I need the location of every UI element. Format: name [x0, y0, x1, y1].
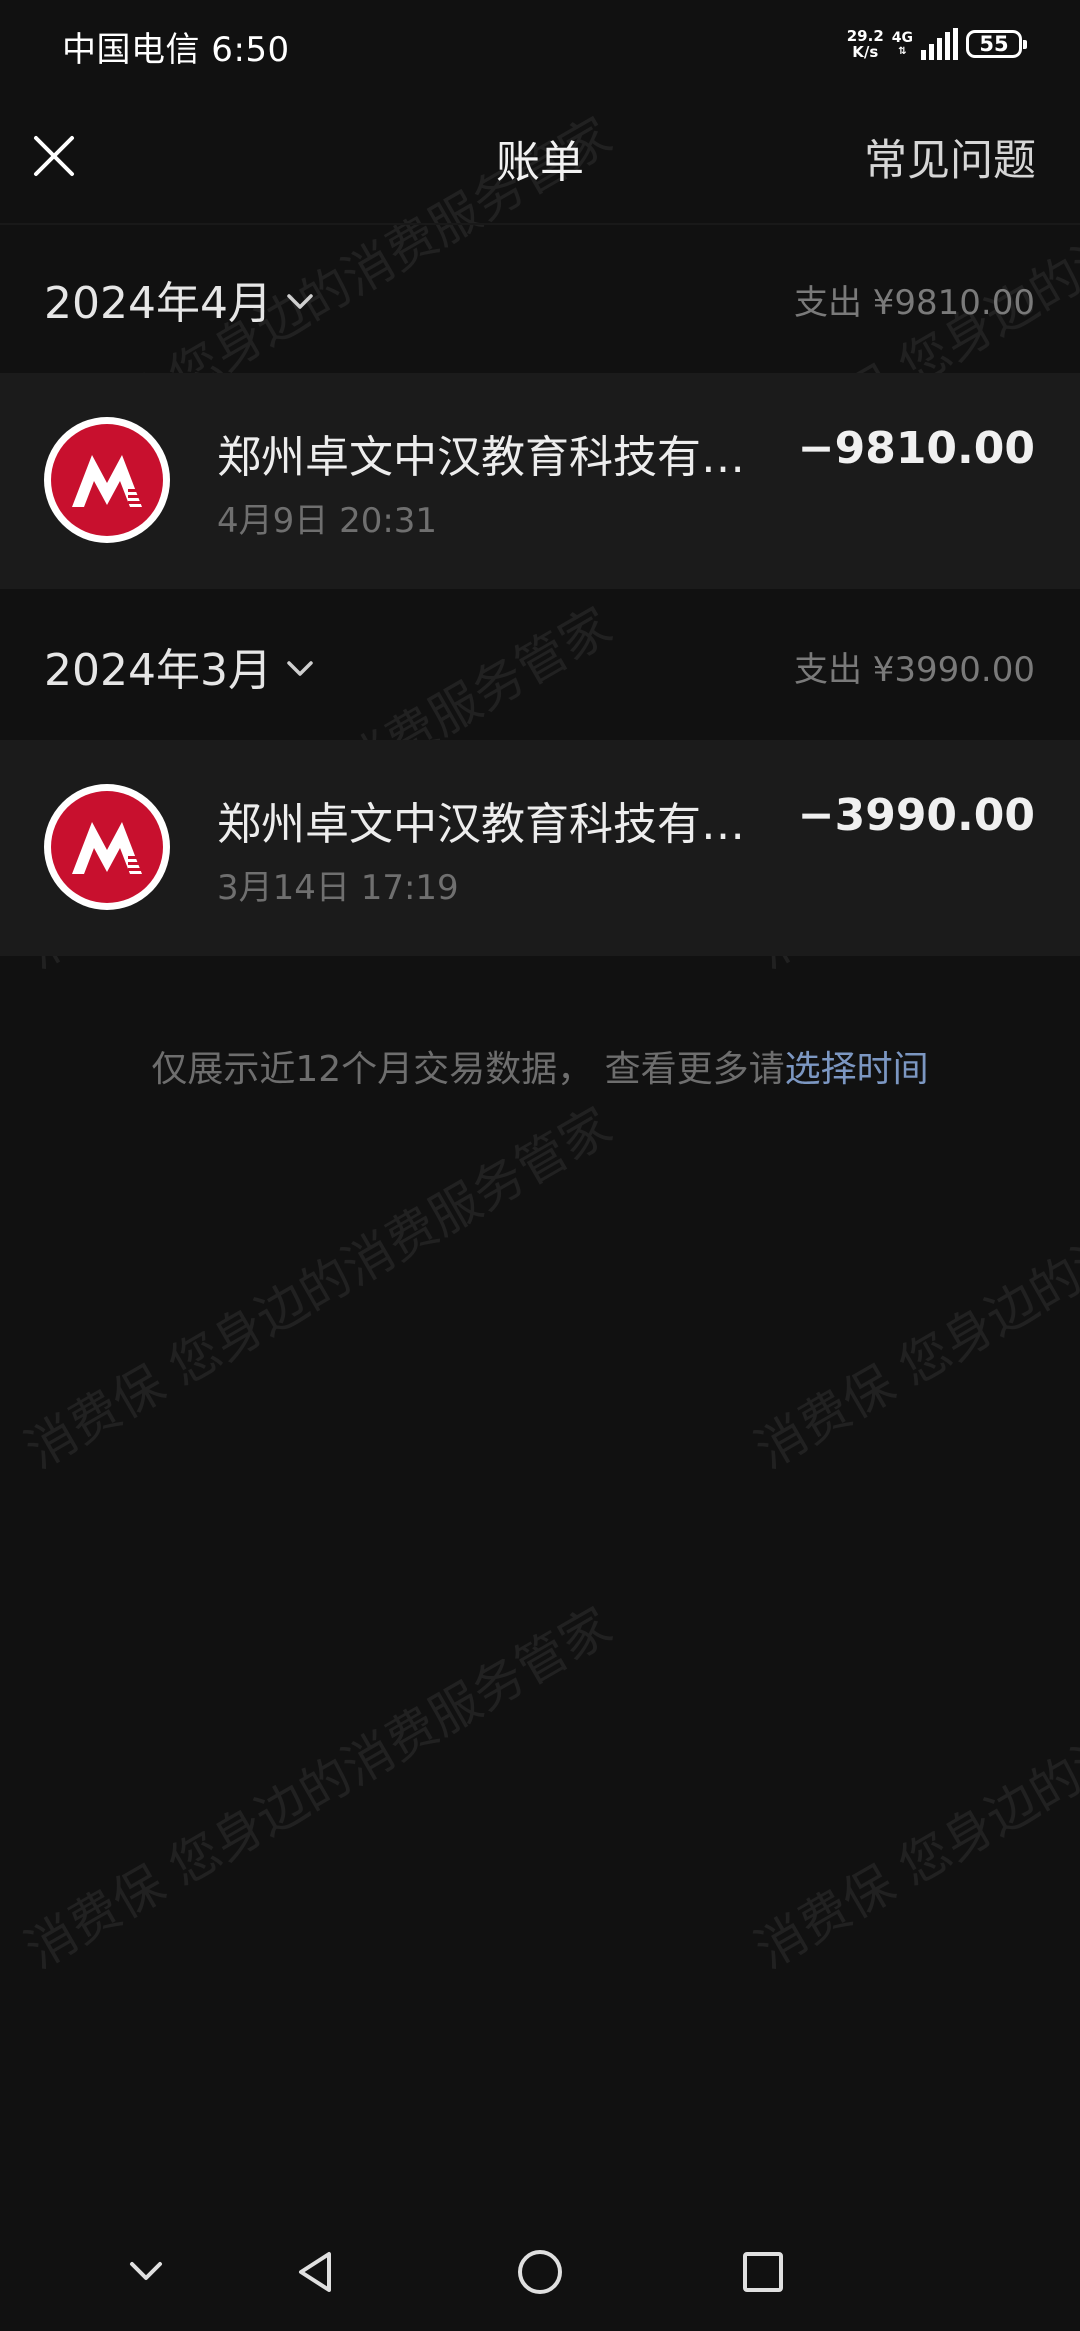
transaction-amount: −3990.00	[797, 790, 1035, 841]
network-speed: 29.2 K/s	[847, 28, 884, 60]
month-selector[interactable]: 2024年3月	[44, 634, 314, 698]
chevron-down-icon	[287, 294, 313, 309]
nav-collapse-chevron-icon[interactable]	[116, 2242, 176, 2302]
system-nav-bar	[0, 2112, 1080, 2331]
month-selector[interactable]: 2024年4月	[44, 267, 314, 331]
history-note: 仅展示近12个月交易数据， 查看更多请选择时间	[0, 1040, 1080, 1092]
month-total: 支出 ¥9810.00	[793, 283, 1035, 323]
transaction-time: 4月9日 20:31	[217, 501, 438, 541]
watermark: 消费保 您身边的消费服务管家	[15, 1096, 622, 1480]
merchant-name: 郑州卓文中汉教育科技有…	[217, 799, 745, 850]
data-arrows-icon: ⇅	[898, 46, 907, 57]
merchant-name: 郑州卓文中汉教育科技有…	[217, 432, 745, 483]
history-note-text: 仅展示近12个月交易数据， 查看更多请	[151, 1049, 785, 1090]
carrier-time: 中国电信 6:50	[62, 30, 290, 70]
bank-logo-icon	[44, 784, 170, 910]
chevron-down-icon	[287, 661, 313, 676]
faq-link[interactable]: 常见问题	[864, 126, 1036, 188]
bank-logo-icon	[44, 417, 170, 543]
network-type: 4G ⇅	[892, 30, 913, 58]
transaction-time: 3月14日 17:19	[217, 868, 459, 908]
nav-back-icon[interactable]	[287, 2242, 347, 2302]
header: 账单 常见问题	[0, 90, 1080, 225]
select-time-link[interactable]: 选择时间	[785, 1049, 929, 1090]
network-speed-unit: K/s	[852, 43, 879, 61]
transaction-row[interactable]: 郑州卓文中汉教育科技有… 3月14日 17:19 −3990.00	[0, 740, 1080, 956]
month-total: 支出 ¥3990.00	[793, 650, 1035, 690]
transaction-amount: −9810.00	[797, 423, 1035, 474]
signal-icon	[921, 28, 958, 60]
status-bar: 中国电信 6:50 29.2 K/s 4G ⇅ 55	[0, 0, 1080, 90]
month-label: 2024年4月	[44, 278, 272, 329]
watermark: 消费保 您身边的消费服务管家	[15, 1596, 622, 1980]
watermark: 消费保 您身边的消费服务管家	[745, 1096, 1080, 1480]
month-header[interactable]: 2024年4月 支出 ¥9810.00	[0, 225, 1080, 371]
status-icons: 29.2 K/s 4G ⇅ 55	[847, 24, 1027, 64]
battery-icon: 55	[966, 30, 1027, 58]
month-header[interactable]: 2024年3月 支出 ¥3990.00	[0, 592, 1080, 738]
transaction-row[interactable]: 郑州卓文中汉教育科技有… 4月9日 20:31 −9810.00	[0, 373, 1080, 589]
watermark: 消费保 您身边的消费服务管家	[745, 1596, 1080, 1980]
nav-recents-icon[interactable]	[733, 2242, 793, 2302]
nav-home-icon[interactable]	[510, 2242, 570, 2302]
battery-level: 55	[979, 32, 1009, 56]
month-label: 2024年3月	[44, 645, 272, 696]
network-type-label: 4G	[891, 30, 913, 46]
network-speed-value: 29.2	[846, 27, 884, 45]
